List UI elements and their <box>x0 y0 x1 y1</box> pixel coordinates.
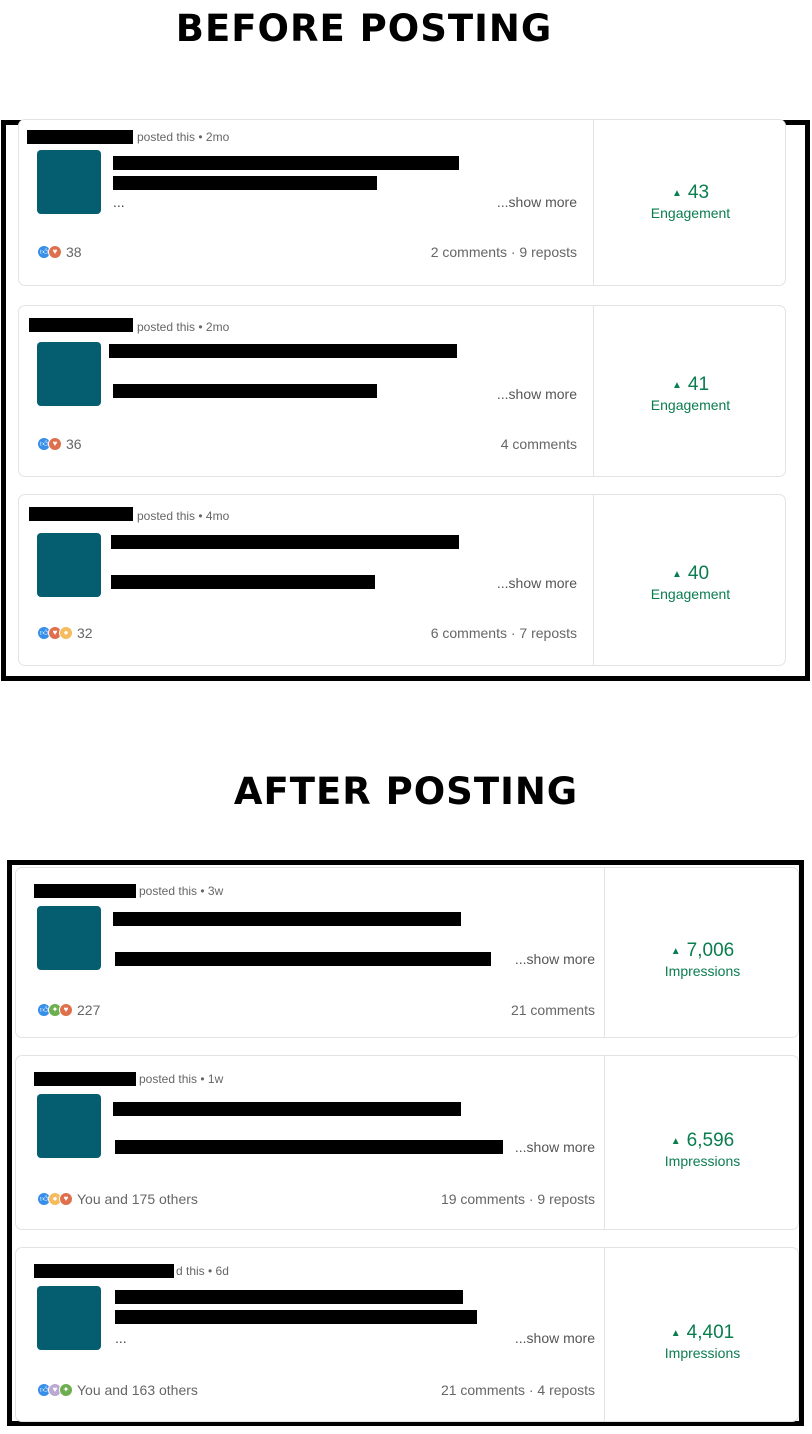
reaction-count: 38 <box>66 244 82 260</box>
redacted-author-name <box>29 318 133 332</box>
show-more-link[interactable]: ...show more <box>515 1139 595 1155</box>
redacted-post-text <box>113 912 461 926</box>
increase-arrow-icon: ▲ <box>670 1328 681 1339</box>
redacted-post-text <box>115 1310 477 1324</box>
love-reaction-icon: ♥ <box>59 1003 73 1017</box>
reactions-summary[interactable]: 👍︎ ♥ ● 32 <box>37 625 93 641</box>
redacted-post-text <box>115 952 491 966</box>
metric-value: 7,006 <box>686 940 735 961</box>
redacted-author-name <box>34 884 136 898</box>
post-card[interactable]: posted this • 2mo ...show more 👍︎ ♥ 36 4… <box>18 305 786 477</box>
engagement-metric: ▲ 40 Engagement <box>594 563 785 602</box>
reaction-count: You and 175 others <box>77 1191 198 1207</box>
metric-label: Impressions <box>664 1345 741 1361</box>
impressions-metric: ▲ 6,596 Impressions <box>605 1130 798 1169</box>
love-reaction-icon: ♥ <box>48 245 62 259</box>
reaction-count: 32 <box>77 625 93 641</box>
comments-reposts-count[interactable]: 2 comments · 9 reposts <box>431 244 577 260</box>
reaction-count: You and 163 others <box>77 1382 198 1398</box>
increase-arrow-icon: ▲ <box>670 1136 681 1147</box>
show-more-link[interactable]: ...show more <box>497 575 577 591</box>
reactions-summary[interactable]: 👍︎ ♥ 36 <box>37 436 82 452</box>
metric-label: Engagement <box>650 397 731 413</box>
post-card[interactable]: posted this • 2mo ... ...show more 👍︎ ♥ … <box>18 119 786 286</box>
post-thumbnail <box>37 342 101 406</box>
metric-label: Impressions <box>664 1153 741 1169</box>
comments-reposts-count[interactable]: 4 comments <box>501 436 577 452</box>
increase-arrow-icon: ▲ <box>671 569 682 580</box>
redacted-author-name <box>29 507 133 521</box>
post-byline: posted this • 2mo <box>137 320 230 334</box>
increase-arrow-icon: ▲ <box>671 188 682 199</box>
post-thumbnail <box>37 150 101 214</box>
redacted-post-text <box>113 1102 461 1116</box>
post-thumbnail <box>37 906 101 970</box>
show-more-link[interactable]: ...show more <box>515 1330 595 1346</box>
impressions-metric: ▲ 4,401 Impressions <box>605 1322 798 1361</box>
metric-value: 4,401 <box>686 1322 735 1343</box>
post-byline: d this • 6d <box>176 1264 229 1278</box>
redacted-author-name <box>34 1264 174 1278</box>
comments-reposts-count[interactable]: 21 comments · 4 reposts <box>441 1382 595 1398</box>
metric-label: Engagement <box>650 205 731 221</box>
post-byline: posted this • 1w <box>139 1072 224 1086</box>
metric-label: Engagement <box>650 586 731 602</box>
engagement-metric: ▲ 43 Engagement <box>594 182 785 221</box>
reactions-summary[interactable]: 👍︎ ● ♥ You and 175 others <box>37 1191 198 1207</box>
post-thumbnail <box>37 1094 101 1158</box>
post-byline: posted this • 3w <box>139 884 224 898</box>
post-card[interactable]: posted this • 4mo ...show more 👍︎ ♥ ● 32… <box>18 494 786 666</box>
after-posting-panel: posted this • 3w ...show more 👍︎ ✦ ♥ 227… <box>7 860 804 1426</box>
metric-label: Impressions <box>664 963 741 979</box>
show-more-link[interactable]: ...show more <box>497 386 577 402</box>
post-card[interactable]: posted this • 1w ...show more 👍︎ ● ♥ You… <box>15 1055 799 1230</box>
redacted-post-text <box>111 535 459 549</box>
redacted-post-text <box>115 1290 463 1304</box>
engagement-metric: ▲ 41 Engagement <box>594 374 785 413</box>
show-more-link[interactable]: ...show more <box>515 951 595 967</box>
insightful-reaction-icon: ● <box>59 626 73 640</box>
increase-arrow-icon: ▲ <box>670 946 681 957</box>
reaction-count: 227 <box>77 1002 101 1018</box>
metric-value: 43 <box>687 182 710 203</box>
redacted-author-name <box>34 1072 136 1086</box>
post-byline: posted this • 4mo <box>137 509 230 523</box>
redacted-post-text <box>113 384 377 398</box>
love-reaction-icon: ♥ <box>59 1192 73 1206</box>
redacted-post-text <box>113 156 459 170</box>
love-reaction-icon: ♥ <box>48 437 62 451</box>
post-card[interactable]: d this • 6d ... ...show more 👍︎ ♥ ✦ You … <box>15 1247 799 1422</box>
reactions-summary[interactable]: 👍︎ ♥ ✦ You and 163 others <box>37 1382 198 1398</box>
reactions-summary[interactable]: 👍︎ ♥ 38 <box>37 244 82 260</box>
comments-reposts-count[interactable]: 6 comments · 7 reposts <box>431 625 577 641</box>
comments-reposts-count[interactable]: 19 comments · 9 reposts <box>441 1191 595 1207</box>
impressions-metric: ▲ 7,006 Impressions <box>605 940 798 979</box>
metric-value: 40 <box>687 563 710 584</box>
celebrate-reaction-icon: ✦ <box>59 1383 73 1397</box>
redacted-post-text <box>113 176 377 190</box>
post-thumbnail <box>37 1286 101 1350</box>
metric-value: 41 <box>687 374 710 395</box>
increase-arrow-icon: ▲ <box>671 380 682 391</box>
post-text-ellipsis: ... <box>113 194 125 210</box>
reaction-count: 36 <box>66 436 82 452</box>
before-posting-panel: posted this • 2mo ... ...show more 👍︎ ♥ … <box>1 119 810 681</box>
after-posting-heading: AFTER POSTING <box>233 770 579 813</box>
redacted-post-text <box>115 1140 503 1154</box>
redacted-post-text <box>109 344 457 358</box>
post-thumbnail <box>37 533 101 597</box>
before-posting-heading: BEFORE POSTING <box>175 7 553 50</box>
redacted-author-name <box>27 130 133 144</box>
redacted-post-text <box>111 575 375 589</box>
metric-value: 6,596 <box>686 1130 735 1151</box>
post-card[interactable]: posted this • 3w ...show more 👍︎ ✦ ♥ 227… <box>15 867 799 1038</box>
reactions-summary[interactable]: 👍︎ ✦ ♥ 227 <box>37 1002 100 1018</box>
comments-reposts-count[interactable]: 21 comments <box>511 1002 595 1018</box>
post-byline: posted this • 2mo <box>137 130 230 144</box>
show-more-link[interactable]: ...show more <box>497 194 577 210</box>
post-text-ellipsis: ... <box>115 1330 127 1346</box>
